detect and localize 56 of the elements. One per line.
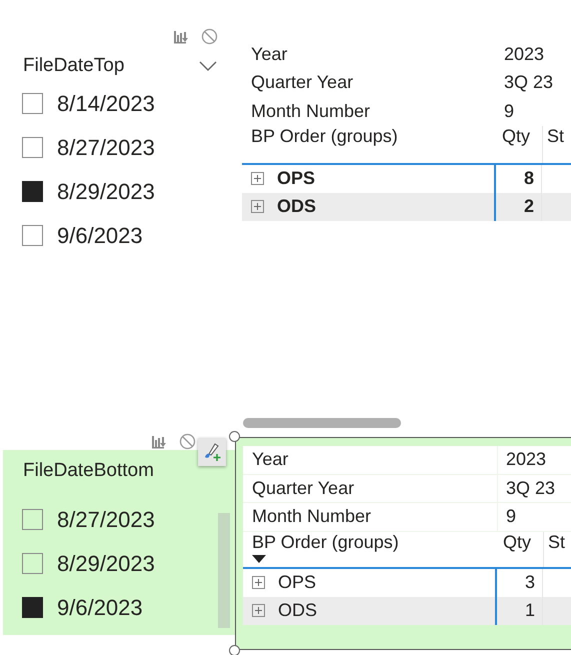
column-header[interactable]: Qty <box>496 126 542 146</box>
date-option[interactable]: 8/14/2023 <box>57 90 155 116</box>
format-painter-icon <box>202 442 222 462</box>
date-option[interactable]: 8/29/2023 <box>57 550 155 576</box>
date-option[interactable]: 8/29/2023 <box>57 178 155 204</box>
chevron-down-icon[interactable] <box>199 61 217 71</box>
clear-icon[interactable] <box>179 433 196 450</box>
field-value: 2023 <box>497 446 546 474</box>
field-label: Year <box>250 44 288 65</box>
row-label: OPS <box>277 168 316 189</box>
checkbox[interactable] <box>22 509 43 530</box>
scrollbar-thumb[interactable] <box>243 418 401 428</box>
field-label: Month Number <box>251 506 372 528</box>
drill-icon[interactable] <box>151 434 169 450</box>
table-cell: 1 <box>497 596 543 624</box>
clear-icon[interactable] <box>201 28 218 45</box>
checkbox[interactable] <box>22 225 43 246</box>
row-label: ODS <box>278 600 318 621</box>
field-value: 9 <box>503 100 514 122</box>
field-label: Quarter Year <box>250 72 354 94</box>
expand-icon[interactable] <box>251 172 264 185</box>
date-option[interactable]: 8/27/2023 <box>57 506 155 532</box>
column-header[interactable]: BP Order (groups) <box>251 126 496 146</box>
checkbox[interactable] <box>22 93 43 114</box>
scrollbar-thumb[interactable] <box>218 513 230 628</box>
date-option[interactable]: 9/6/2023 <box>57 222 143 248</box>
expand-icon[interactable] <box>252 604 265 617</box>
date-option[interactable]: 9/6/2023 <box>57 594 143 620</box>
field-value: 2023 <box>503 44 544 65</box>
resize-handle[interactable] <box>229 431 240 442</box>
column-header[interactable]: Qty <box>497 532 543 552</box>
field-value: 3Q 23 <box>497 474 556 502</box>
drill-icon[interactable] <box>173 28 191 44</box>
field-label: Month Number <box>250 100 372 122</box>
field-label: Quarter Year <box>251 478 356 499</box>
format-painter-button[interactable] <box>198 438 226 466</box>
column-header[interactable]: St <box>542 126 564 162</box>
slicer-title: FileDateTop <box>23 55 124 77</box>
expand-icon[interactable] <box>251 200 264 213</box>
column-header[interactable]: BP Order (groups) <box>252 532 497 552</box>
checkbox[interactable] <box>22 553 43 574</box>
resize-handle[interactable] <box>229 645 240 655</box>
checkbox[interactable] <box>22 597 43 618</box>
slicer-title: FileDateBottom <box>23 460 154 482</box>
field-value: 9 <box>497 503 516 530</box>
table-cell: 2 <box>496 192 542 220</box>
expand-icon[interactable] <box>252 576 265 589</box>
checkbox[interactable] <box>22 137 43 158</box>
row-label: ODS <box>277 196 316 217</box>
checkbox[interactable] <box>22 181 43 202</box>
row-label: OPS <box>278 572 316 593</box>
date-option[interactable]: 8/27/2023 <box>57 134 155 160</box>
field-label: Year <box>251 449 290 470</box>
field-value: 3Q 23 <box>503 72 554 94</box>
column-header[interactable]: St <box>543 532 566 566</box>
sort-descending-icon[interactable] <box>252 554 266 562</box>
